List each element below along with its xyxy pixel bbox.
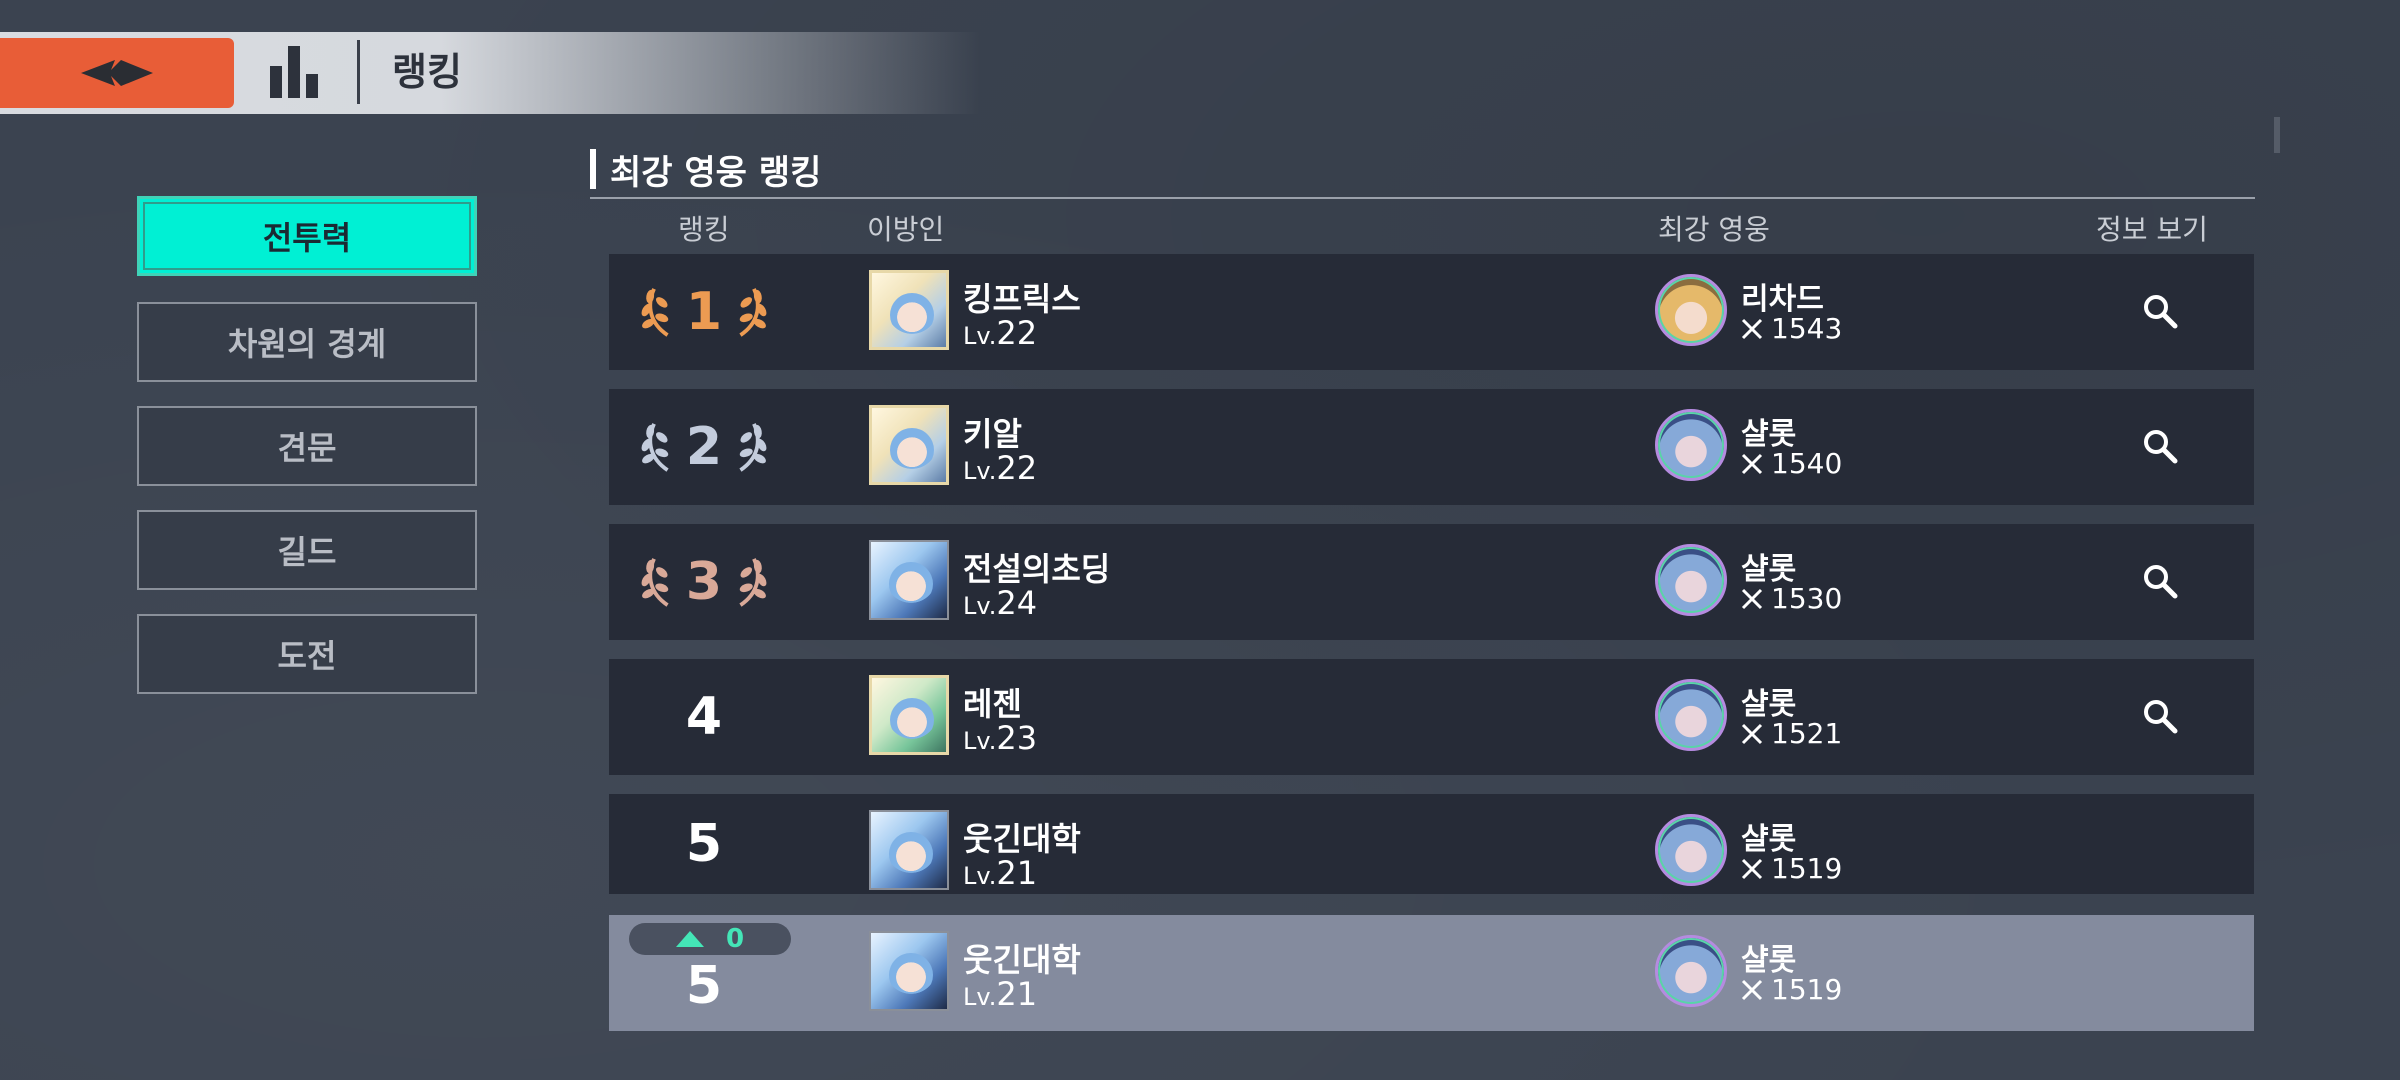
crossed-swords-icon (1741, 453, 1763, 474)
bar-chart-icon (270, 46, 318, 98)
hero-power: 1540 (1741, 447, 1842, 480)
rank-number: 3 (685, 552, 723, 612)
rank-cell: 5 (609, 794, 799, 894)
my-rank-row[interactable]: 0 5 웃긴대학 Lv.21 샬롯 1519 (609, 915, 2254, 1031)
table-row[interactable]: 5 웃긴대학 Lv.21 샬롯 1519 (609, 794, 2254, 894)
player-avatar (869, 675, 949, 755)
hero-power: 1530 (1741, 582, 1842, 615)
search-icon[interactable] (2141, 697, 2179, 735)
player-avatar (869, 810, 949, 890)
player-level: Lv.21 (963, 854, 1038, 892)
crossed-swords-icon (1741, 588, 1763, 609)
player-avatar (869, 540, 949, 620)
laurel-left-icon (637, 286, 672, 338)
rank-cell: 1 (609, 254, 799, 370)
hero-power: 1543 (1741, 312, 1842, 345)
player-avatar (869, 931, 949, 1011)
search-icon[interactable] (2141, 292, 2179, 330)
menu-item-dimension-boundary[interactable]: 차원의 경계 (137, 302, 477, 382)
hero-avatar (1655, 935, 1727, 1007)
rank-number: 5 (685, 814, 723, 874)
laurel-right-icon (736, 421, 771, 473)
section-divider (590, 197, 2255, 199)
laurel-left-icon (637, 556, 672, 608)
laurel-right-icon (736, 556, 771, 608)
page-title: 랭킹 (392, 50, 462, 94)
rank-number: 2 (685, 417, 723, 477)
player-level: Lv.22 (963, 314, 1038, 352)
back-button[interactable] (0, 38, 234, 108)
menu-item-combat-power[interactable]: 전투력 (137, 196, 477, 276)
player-level: Lv.21 (963, 975, 1038, 1013)
laurel-left-icon (637, 421, 672, 473)
hero-avatar (1655, 274, 1727, 346)
rank-cell: 2 (609, 389, 799, 505)
laurel-right-icon (736, 286, 771, 338)
table-row[interactable]: 2 키알 Lv.22 샬롯 1540 (609, 389, 2254, 505)
player-level: Lv.23 (963, 719, 1038, 757)
hero-avatar (1655, 679, 1727, 751)
header-divider (357, 40, 360, 104)
table-row[interactable]: 1 킹프릭스 Lv.22 리차드 1543 (609, 254, 2254, 370)
rank-number: 1 (685, 282, 723, 342)
rank-cell: 5 (609, 941, 799, 1031)
rank-cell: 3 (609, 524, 799, 640)
menu-item-challenge[interactable]: 도전 (137, 614, 477, 694)
scrollbar[interactable] (2274, 117, 2280, 153)
hero-avatar (1655, 409, 1727, 481)
crossed-swords-icon (1741, 318, 1763, 339)
hero-avatar (1655, 814, 1727, 886)
player-avatar (869, 405, 949, 485)
hero-power: 1519 (1741, 852, 1842, 885)
hero-power: 1519 (1741, 973, 1842, 1006)
hero-power: 1521 (1741, 717, 1842, 750)
menu-item-exploration[interactable]: 견문 (137, 406, 477, 486)
section-title: 최강 영웅 랭킹 (590, 146, 822, 193)
rank-number: 4 (685, 687, 723, 747)
column-header-info: 정보 보기 (2096, 213, 2208, 246)
search-icon[interactable] (2141, 427, 2179, 465)
player-level: Lv.24 (963, 584, 1038, 622)
back-arrow-icon (81, 60, 153, 86)
section-title-text: 최강 영웅 랭킹 (610, 152, 822, 193)
player-avatar (869, 270, 949, 350)
crossed-swords-icon (1741, 858, 1763, 879)
table-row[interactable]: 3 전설의초딩 Lv.24 샬롯 1530 (609, 524, 2254, 640)
column-header-rank: 랭킹 (678, 213, 730, 246)
crossed-swords-icon (1741, 979, 1763, 1000)
column-header-player: 이방인 (867, 213, 945, 246)
rank-cell: 4 (609, 659, 799, 775)
column-header-hero: 최강 영웅 (1658, 213, 1770, 246)
menu-item-guild[interactable]: 길드 (137, 510, 477, 590)
crossed-swords-icon (1741, 723, 1763, 744)
title-accent-bar (590, 149, 596, 189)
search-icon[interactable] (2141, 562, 2179, 600)
hero-avatar (1655, 544, 1727, 616)
rank-number: 5 (685, 956, 723, 1016)
table-row[interactable]: 4 레젠 Lv.23 샬롯 1521 (609, 659, 2254, 775)
player-level: Lv.22 (963, 449, 1038, 487)
